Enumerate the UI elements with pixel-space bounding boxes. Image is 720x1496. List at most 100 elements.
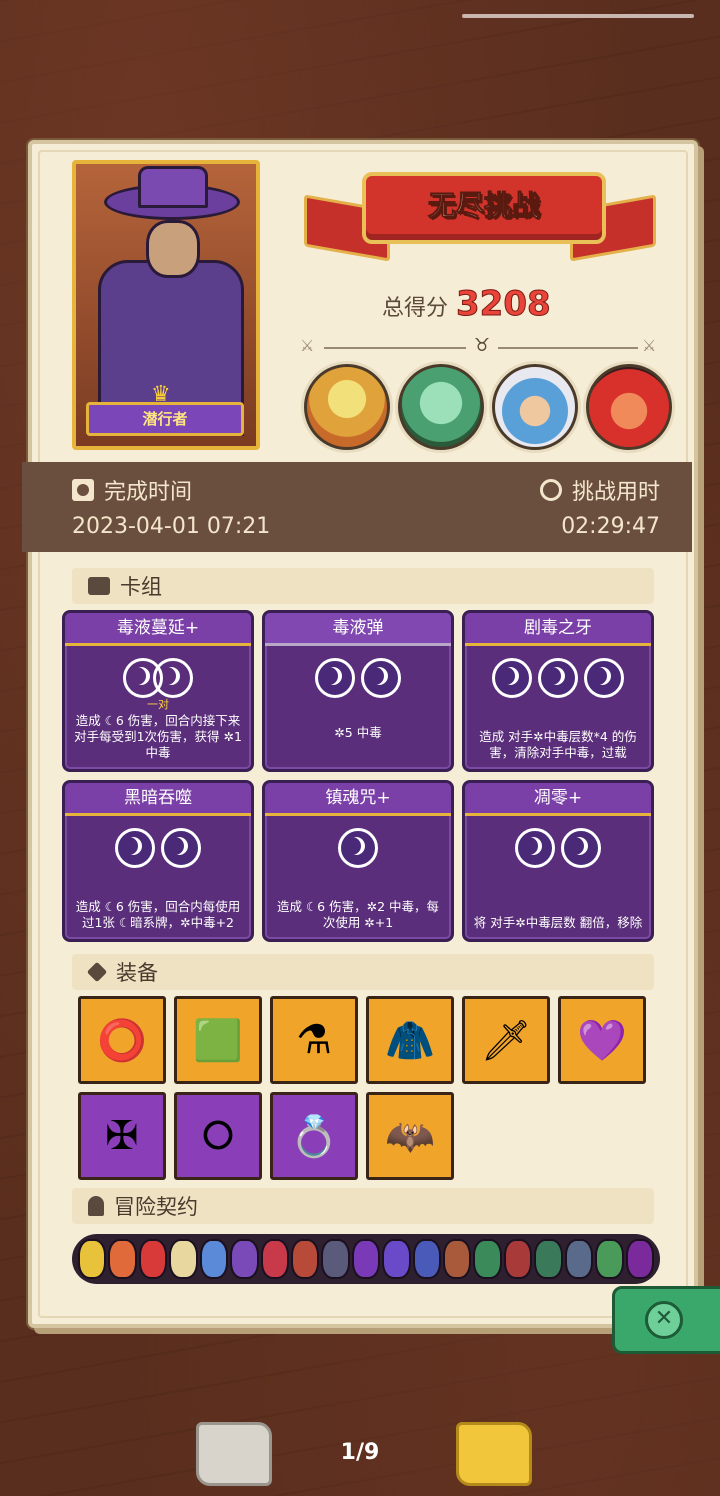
- contract-badge-icon[interactable]: [503, 1239, 533, 1279]
- contract-badge-icon[interactable]: [473, 1239, 502, 1279]
- deck-grid: 毒液蔓延+ 一对 造成 ☾6 伤害，回合内接下来对手每受到1次伤害，获得 ✲1 …: [62, 610, 654, 942]
- result-panel: ♛ 潜行者 无尽挑战 总得分 3208 ⚔ ♉ ⚔ 完成时间 2023-04-0…: [22, 140, 698, 1328]
- next-page-button[interactable]: [456, 1422, 532, 1486]
- moon-orb-icon: [115, 828, 155, 868]
- card-name: 毒液弹: [265, 613, 451, 646]
- contract-badge-icon[interactable]: [169, 1239, 198, 1279]
- cube-icon: [86, 961, 108, 983]
- card-name: 剧毒之牙: [465, 613, 651, 646]
- prev-page-button[interactable]: [196, 1422, 272, 1486]
- contracts-section-header: 冒险契约: [72, 1188, 654, 1224]
- boss-avatar[interactable]: [398, 364, 484, 450]
- contract-badge-icon[interactable]: [564, 1239, 594, 1279]
- moon-orb-icon: [515, 828, 555, 868]
- moon-orb-icon: [315, 658, 355, 698]
- moon-orb-icon: [561, 828, 601, 868]
- card-desc: 造成 对手✲中毒层数*4 的伤害，清除对手中毒，过载: [479, 729, 637, 760]
- contract-badge-icon[interactable]: [290, 1239, 320, 1279]
- card-cost: [465, 658, 651, 698]
- moon-orb-icon: [538, 658, 578, 698]
- card-desc: ✲5 中毒: [334, 725, 382, 740]
- boss-avatar[interactable]: [304, 364, 390, 450]
- score-value: 3208: [456, 284, 552, 325]
- equipment-grid: ⭕ 🟩 ⚗ 🧥 🗡 💜 ✠ ⭘ 💍 🦇: [78, 996, 646, 1180]
- card-desc: 将 对手✲中毒层数 翻倍，移除: [473, 915, 643, 930]
- ring-icon[interactable]: ⭕: [78, 996, 166, 1084]
- bracelet-icon[interactable]: ⭘: [174, 1092, 262, 1180]
- contract-badge-icon[interactable]: [321, 1239, 350, 1279]
- orb-label: 一对: [147, 698, 169, 711]
- character-portrait: ♛ 潜行者: [72, 160, 260, 450]
- mode-ribbon: 无尽挑战: [304, 168, 656, 262]
- close-icon: ✕: [645, 1301, 683, 1339]
- moon-orb-icon: [584, 658, 624, 698]
- card-cost: [265, 828, 451, 868]
- magic-ring-icon[interactable]: 💍: [270, 1092, 358, 1180]
- contracts-strip[interactable]: [72, 1234, 660, 1284]
- cursed-heart-icon[interactable]: 💜: [558, 996, 646, 1084]
- bat-cloak-icon[interactable]: 🦇: [366, 1092, 454, 1180]
- score-row: 总得分 3208: [382, 284, 552, 325]
- card-cost: [465, 828, 651, 868]
- completion-label: 完成时间: [104, 480, 193, 505]
- moon-orb-icon: [492, 658, 532, 698]
- contract-badge-icon[interactable]: [108, 1239, 137, 1279]
- empty-orb-icon: [153, 658, 193, 698]
- duration-value: 02:29:47: [561, 514, 660, 539]
- card-cost: [265, 658, 451, 698]
- home-indicator: [462, 14, 694, 18]
- equipment-title: 装备: [116, 961, 158, 985]
- person-icon: [88, 1196, 104, 1216]
- contract-badge-icon[interactable]: [230, 1239, 259, 1279]
- page-indicator: 1/9: [340, 1440, 380, 1465]
- equipment-section-header: 装备: [72, 954, 654, 990]
- contract-badge-icon[interactable]: [412, 1239, 442, 1279]
- boss-avatar[interactable]: [586, 364, 672, 450]
- film-calendar-icon: [72, 479, 94, 501]
- card-name: 镇魂咒+: [265, 783, 451, 816]
- card-cost: [65, 828, 251, 868]
- card-cost: [65, 658, 251, 698]
- completion-value: 2023-04-01 07:21: [72, 514, 271, 539]
- contract-badge-icon[interactable]: [351, 1239, 381, 1279]
- duration-label: 挑战用时: [571, 480, 660, 505]
- card[interactable]: 镇魂咒+ 造成 ☾6 伤害，✲2 中毒，每次使用 ✲+1: [262, 780, 454, 942]
- contract-badge-icon[interactable]: [260, 1239, 289, 1279]
- moon-orb-icon: [361, 658, 401, 698]
- contract-badge-icon[interactable]: [199, 1239, 229, 1279]
- contract-badge-icon[interactable]: [382, 1239, 411, 1279]
- moon-orb-icon: [338, 828, 378, 868]
- card-desc: 造成 ☾6 伤害，✲2 中毒，每次使用 ✲+1: [276, 899, 439, 930]
- bull-emblem-icon: ♉: [473, 335, 491, 356]
- defeated-bosses: [304, 364, 672, 450]
- crystal-dagger-icon[interactable]: 🗡: [462, 996, 550, 1084]
- swords-icon: ⚔: [300, 336, 315, 355]
- close-button[interactable]: ✕: [612, 1286, 720, 1354]
- deck-section-header: 卡组: [72, 568, 654, 604]
- contract-badge-icon[interactable]: [443, 1239, 472, 1279]
- sweater-icon[interactable]: 🧥: [366, 996, 454, 1084]
- card[interactable]: 毒液蔓延+ 一对 造成 ☾6 伤害，回合内接下来对手每受到1次伤害，获得 ✲1 …: [62, 610, 254, 772]
- contract-badge-icon[interactable]: [595, 1239, 624, 1279]
- contract-badge-icon[interactable]: [138, 1239, 168, 1279]
- ornament-divider: ⚔ ♉ ⚔: [300, 335, 660, 358]
- card[interactable]: 毒液弹 ✲5 中毒: [262, 610, 454, 772]
- eye-flask-icon[interactable]: ⚗: [270, 996, 358, 1084]
- stopwatch-icon: [539, 479, 562, 501]
- contract-badge-icon[interactable]: [534, 1239, 563, 1279]
- score-label: 总得分: [382, 296, 449, 321]
- card-desc: 造成 ☾6 伤害，回合内接下来对手每受到1次伤害，获得 ✲1 中毒: [74, 713, 242, 760]
- deck-title: 卡组: [120, 575, 162, 599]
- contract-badge-icon[interactable]: [78, 1239, 107, 1279]
- contract-badge-icon[interactable]: [625, 1239, 655, 1279]
- moon-orb-icon: [161, 828, 201, 868]
- mode-title: 无尽挑战: [427, 189, 540, 223]
- card[interactable]: 剧毒之牙 造成 对手✲中毒层数*4 的伤害，清除对手中毒，过载: [462, 610, 654, 772]
- card-desc: 造成 ☾6 伤害，回合内每使用过1张 ☾暗系牌，✲中毒+2: [75, 899, 241, 930]
- card[interactable]: 黑暗吞噬 造成 ☾6 伤害，回合内每使用过1张 ☾暗系牌，✲中毒+2: [62, 780, 254, 942]
- moss-stone-icon[interactable]: 🟩: [174, 996, 262, 1084]
- golden-knot-icon[interactable]: ✠: [78, 1092, 166, 1180]
- boss-avatar[interactable]: [492, 364, 578, 450]
- character-name: 潜行者: [86, 402, 244, 436]
- card[interactable]: 凋零+ 将 对手✲中毒层数 翻倍，移除: [462, 780, 654, 942]
